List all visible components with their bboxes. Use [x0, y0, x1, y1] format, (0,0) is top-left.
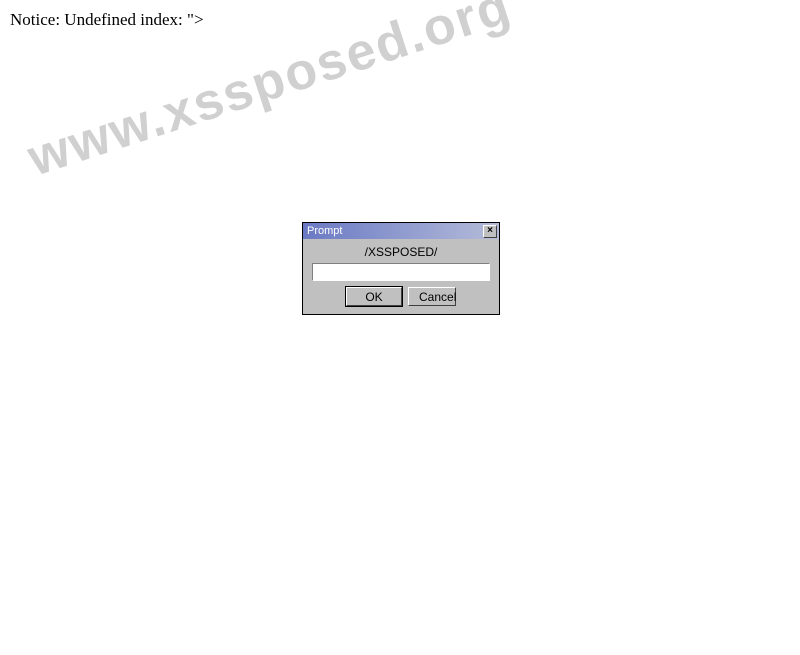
dialog-title: Prompt [305, 225, 342, 237]
close-button[interactable]: × [483, 225, 497, 238]
dialog-buttons: OK Cancel [311, 287, 491, 306]
cancel-button[interactable]: Cancel [408, 287, 456, 306]
notice-text: Notice: Undefined index: "> [10, 10, 204, 30]
dialog-message: /XSSPOSED/ [311, 245, 491, 259]
dialog-titlebar[interactable]: Prompt × [303, 223, 499, 239]
dialog-body: /XSSPOSED/ OK Cancel [303, 239, 499, 314]
prompt-input[interactable] [312, 263, 490, 281]
prompt-dialog: Prompt × /XSSPOSED/ OK Cancel [302, 222, 500, 315]
ok-button[interactable]: OK [346, 287, 402, 306]
